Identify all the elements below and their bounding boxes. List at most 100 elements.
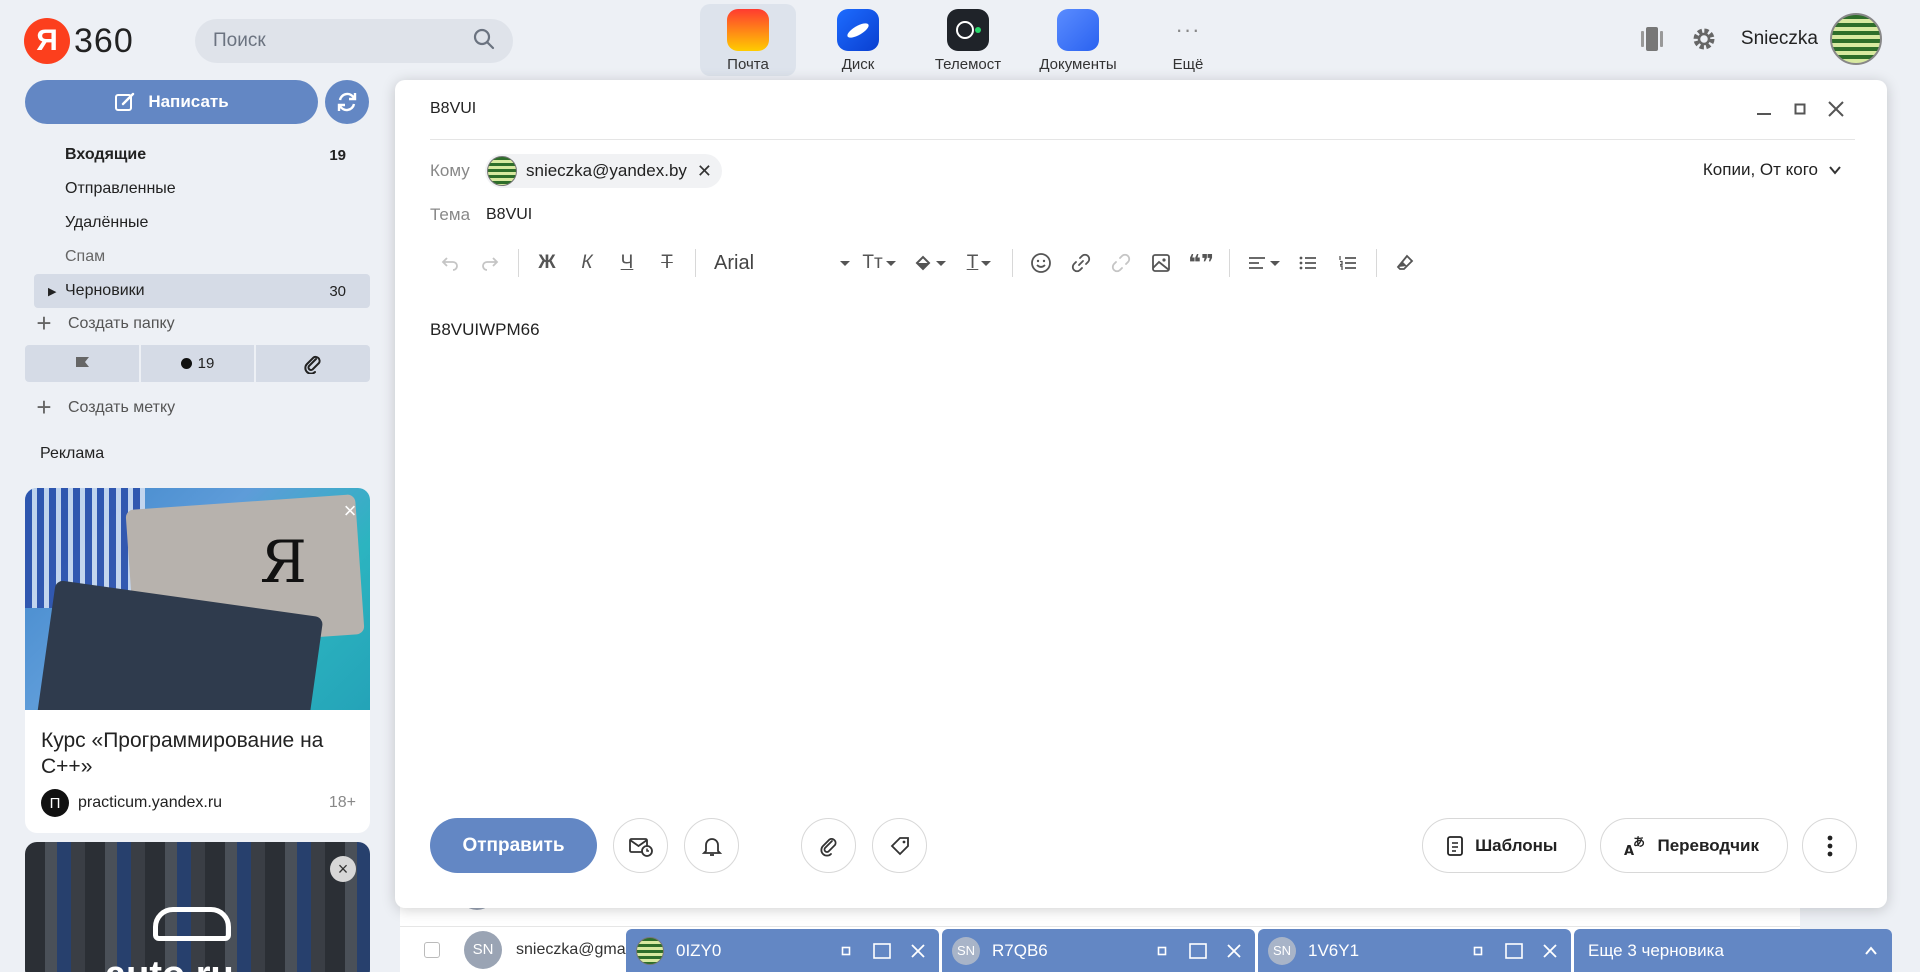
folder-count: 30 — [329, 282, 346, 300]
image-icon[interactable] — [1141, 243, 1181, 283]
yandex-360-logo[interactable]: Я 360 — [24, 18, 134, 64]
gear-icon[interactable] — [1689, 24, 1719, 54]
folder-spam[interactable]: Спам — [34, 240, 370, 274]
search-icon[interactable] — [473, 28, 495, 54]
search-input[interactable] — [213, 30, 473, 52]
bullet-list-icon[interactable] — [1288, 243, 1328, 283]
service-docs[interactable]: Документы — [1023, 4, 1133, 76]
service-label: Телемост — [934, 56, 1002, 73]
font-select[interactable]: Arial — [704, 243, 854, 283]
subject-field[interactable]: B8VUI — [486, 206, 532, 224]
folder-trash[interactable]: Удалённые — [34, 206, 370, 240]
ad-image[interactable]: Я × — [25, 488, 370, 710]
scheduled-send-button[interactable] — [613, 818, 668, 873]
undo-icon[interactable] — [430, 243, 470, 283]
avatar: SN — [1268, 936, 1296, 965]
row-checkbox[interactable] — [424, 941, 440, 958]
service-telemost[interactable]: Телемост — [913, 4, 1023, 76]
text-color-button[interactable]: Т — [954, 243, 1004, 283]
minimize-icon[interactable] — [1151, 940, 1173, 962]
close-icon[interactable] — [1539, 940, 1561, 962]
folder-label: Спам — [65, 248, 106, 265]
unread-count: 19 — [197, 355, 215, 372]
folder-inbox[interactable]: Входящие 19 — [34, 138, 370, 172]
underline-button[interactable]: Ч — [607, 243, 647, 283]
remove-recipient-icon[interactable]: ✕ — [697, 161, 712, 182]
minimize-icon[interactable] — [1467, 940, 1489, 962]
minimize-icon[interactable] — [1753, 98, 1775, 120]
maximize-icon[interactable] — [1503, 940, 1525, 962]
more-drafts-button[interactable]: Еще 3 черновика — [1574, 929, 1892, 972]
numbered-list-icon[interactable] — [1328, 243, 1368, 283]
templates-button[interactable]: Шаблоны — [1422, 818, 1587, 873]
translator-button[interactable]: Aあ Переводчик — [1600, 818, 1788, 873]
more-vertical-icon — [1827, 835, 1832, 856]
compose-footer: Отправить Шаблоны Aあ Переводчик — [430, 818, 1857, 873]
close-icon[interactable]: × — [338, 500, 362, 524]
draft-tab[interactable]: SN R7QB6 — [942, 929, 1255, 972]
minimize-icon[interactable] — [835, 940, 857, 962]
label-unread[interactable]: 19 — [140, 345, 255, 382]
service-mail[interactable]: Почта — [700, 4, 796, 76]
chevron-up-icon — [1865, 945, 1877, 955]
user-name[interactable]: Snieczka — [1741, 28, 1818, 50]
bold-button[interactable]: Ж — [527, 243, 567, 283]
ad-text[interactable]: Курс «Программирование на С++» — [25, 710, 370, 780]
redo-icon[interactable] — [470, 243, 510, 283]
message-body[interactable]: B8VUIWPM66 — [430, 320, 540, 340]
ad-card-2[interactable]: × auto.ru — [25, 842, 370, 972]
maximize-icon[interactable] — [1789, 98, 1811, 120]
device-icon[interactable] — [1637, 24, 1667, 54]
drafts-strip: 0IZY0 SN R7QB6 SN 1V6Y1 Еще 3 черновика — [626, 929, 1892, 972]
create-folder-button[interactable]: + Создать папку — [34, 308, 174, 339]
link-icon[interactable] — [1061, 243, 1101, 283]
eraser-icon[interactable] — [1385, 243, 1425, 283]
close-icon[interactable]: × — [330, 856, 356, 882]
ad-card[interactable]: Я × Курс «Программирование на С++» П pra… — [25, 488, 370, 833]
copies-from-toggle[interactable]: Копии, От кого — [1703, 160, 1842, 180]
recipient-chip[interactable]: snieczka@yandex.by ✕ — [485, 154, 722, 188]
add-label-button[interactable] — [872, 818, 927, 873]
service-more[interactable]: ··· Ещё — [1133, 4, 1243, 76]
close-icon[interactable] — [1825, 98, 1847, 120]
car-icon — [153, 907, 231, 941]
pencil-icon — [115, 92, 135, 111]
close-icon[interactable] — [907, 940, 929, 962]
label-attachments[interactable] — [256, 345, 371, 382]
maximize-icon[interactable] — [1187, 940, 1209, 962]
subject-label: Тема — [430, 205, 471, 224]
folder-drafts[interactable]: ▶ Черновики 30 — [34, 274, 370, 308]
expand-arrow-icon[interactable]: ▶ — [48, 285, 56, 298]
search-box[interactable] — [195, 19, 513, 63]
strikethrough-button[interactable]: Т — [647, 243, 687, 283]
compose-button[interactable]: Написать — [25, 80, 318, 124]
text-size-button[interactable]: Тт — [854, 243, 904, 283]
emoji-icon[interactable] — [1021, 243, 1061, 283]
draft-tab[interactable]: 0IZY0 — [626, 929, 939, 972]
quote-icon[interactable]: ❝❞ — [1181, 243, 1221, 283]
flag-icon — [75, 356, 89, 367]
italic-button[interactable]: К — [567, 243, 607, 283]
service-disk[interactable]: Диск — [803, 4, 913, 76]
draft-tab[interactable]: SN 1V6Y1 — [1258, 929, 1571, 972]
attach-button[interactable] — [801, 818, 856, 873]
more-options-button[interactable] — [1802, 818, 1857, 873]
ad-domain[interactable]: practicum.yandex.ru — [78, 794, 222, 812]
folder-sent[interactable]: Отправленные — [34, 172, 370, 206]
avatar[interactable] — [1830, 13, 1882, 65]
to-label: Кому — [430, 161, 470, 180]
refresh-button[interactable] — [325, 80, 369, 124]
unlink-icon[interactable] — [1101, 243, 1141, 283]
maximize-icon[interactable] — [871, 940, 893, 962]
refresh-icon — [337, 92, 357, 112]
align-button[interactable] — [1238, 243, 1288, 283]
reminder-button[interactable] — [684, 818, 739, 873]
fill-color-button[interactable] — [904, 243, 954, 283]
create-label-button[interactable]: + Создать метку — [34, 392, 175, 423]
paperclip-icon — [819, 837, 836, 857]
close-icon[interactable] — [1223, 940, 1245, 962]
label-important[interactable] — [25, 345, 139, 382]
templates-label: Шаблоны — [1475, 835, 1558, 855]
translator-label: Переводчик — [1657, 835, 1759, 855]
send-button[interactable]: Отправить — [430, 818, 597, 873]
